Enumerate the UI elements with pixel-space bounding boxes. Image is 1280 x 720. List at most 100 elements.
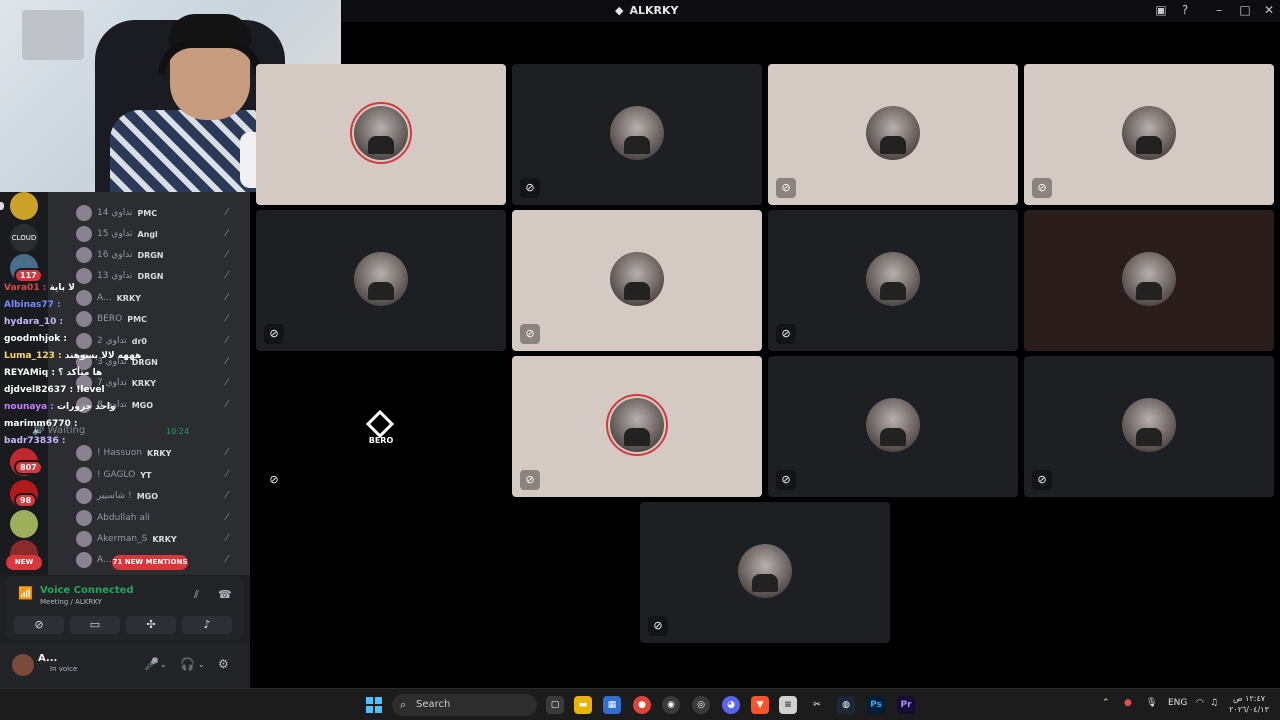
clan-tag: YT: [140, 470, 152, 480]
new-mentions-button[interactable]: 71 NEW MENTIONS: [112, 555, 188, 570]
participant-tile[interactable]: ⊘: [512, 64, 762, 205]
file-explorer-icon[interactable]: ▬: [574, 696, 592, 714]
participant-tile[interactable]: BERO ⊘: [256, 356, 506, 497]
premiere-icon[interactable]: Pr: [897, 696, 915, 714]
server-icon-cloud[interactable]: CLOUD: [10, 224, 38, 252]
participant-tile[interactable]: ⊘: [768, 210, 1018, 351]
participant-tile[interactable]: [1024, 210, 1274, 351]
headset: [158, 40, 262, 74]
inbox-icon[interactable]: ▣: [1152, 3, 1170, 17]
avatar: [76, 552, 92, 568]
participant-tile[interactable]: [256, 64, 506, 205]
wifi-icon[interactable]: ◠: [1196, 698, 1204, 708]
chat-text: واحد حزورات: [57, 402, 116, 412]
taskbar-search[interactable]: ⌕ Search: [392, 694, 537, 716]
soundboard-button[interactable]: ♪: [182, 616, 232, 634]
participant-tile[interactable]: ⊘: [1024, 64, 1274, 205]
disconnect-icon[interactable]: ☎: [218, 588, 232, 601]
participant-tile[interactable]: ⊘: [512, 210, 762, 351]
chat-message: Albinas77 :: [4, 300, 61, 310]
chevron-down-icon[interactable]: ⌄: [160, 660, 167, 669]
participant-avatar: [354, 252, 408, 306]
deafened-icon: ⁄: [226, 270, 228, 281]
member-name: تداوي 13: [97, 271, 133, 281]
github-icon[interactable]: ◉: [662, 696, 680, 714]
muted-mic-icon: ⊘: [648, 616, 668, 636]
new-pill[interactable]: NEW: [6, 555, 42, 570]
microphone-icon[interactable]: 🎙: [1146, 698, 1157, 708]
voice-member[interactable]: Akerman_S KRKY ⁄: [76, 529, 228, 549]
activities-button[interactable]: ✣: [126, 616, 176, 634]
chevron-up-icon[interactable]: ⌃: [1102, 698, 1110, 708]
avatar-decoration: [350, 102, 412, 164]
participant-tile[interactable]: ⊘: [640, 502, 890, 643]
participant-tile[interactable]: ⊘: [768, 64, 1018, 205]
muted-mic-icon: ⊘: [520, 178, 540, 198]
muted-mic-icon: ⊘: [520, 324, 540, 344]
muted-mic-icon: ⊘: [264, 324, 284, 344]
deafened-icon: ⁄: [226, 228, 228, 239]
voice-member[interactable]: Abdullah ali ⁄: [76, 508, 228, 528]
participant-tile[interactable]: ⊘: [768, 356, 1018, 497]
noise-suppression-icon[interactable]: ⫽: [194, 588, 199, 602]
chat-text: ها متأكد ؟: [58, 368, 103, 378]
help-icon[interactable]: ?: [1176, 3, 1194, 17]
chat-username: marimm6770 :: [4, 419, 78, 429]
muted-mic-icon: ⊘: [269, 473, 279, 486]
discord-icon[interactable]: ◕: [722, 696, 740, 714]
participant-avatar: [866, 106, 920, 160]
store-icon[interactable]: ▦: [603, 696, 621, 714]
screenshare-button[interactable]: ▭: [70, 616, 120, 634]
capcut-icon[interactable]: ✂: [808, 696, 826, 714]
voice-channel-path[interactable]: Meeting / ALKRKY: [40, 598, 102, 606]
clan-tag: PMC: [137, 208, 158, 218]
screen: ◆ ALKRKY ▣ ? – □ ✕ CLOUD 117 807 98 تداو…: [0, 0, 1280, 720]
username[interactable]: A...: [38, 653, 57, 664]
language-indicator[interactable]: ENG: [1168, 698, 1187, 708]
member-name: تداوي 14: [97, 208, 133, 218]
participant-avatar: [738, 544, 792, 598]
chat-message: Vara01 : لا باية: [4, 283, 75, 293]
photoshop-icon[interactable]: Ps: [867, 696, 885, 714]
voice-member[interactable]: تداوي 14 PMC ⁄: [76, 203, 228, 223]
steam-icon[interactable]: ◍: [837, 696, 855, 714]
volume-icon[interactable]: ♫: [1210, 698, 1218, 708]
participant-tile[interactable]: ⊘: [512, 356, 762, 497]
unread-pip: [0, 202, 4, 210]
task-view-icon[interactable]: ▢: [546, 696, 564, 714]
server-icon[interactable]: [10, 192, 38, 220]
obs-icon[interactable]: ◎: [692, 696, 710, 714]
chat-username: REYAMiq :: [4, 368, 55, 378]
voice-member[interactable]: A... ⁄: [76, 550, 228, 570]
settings-icon[interactable]: ⚙: [218, 657, 229, 671]
chevron-down-icon[interactable]: ⌄: [198, 660, 205, 669]
avatar[interactable]: [12, 654, 34, 676]
clock[interactable]: ١٢:٤٧ ص ٢٠٢٦/٠٤/١٣: [1222, 693, 1276, 715]
avatar: [76, 488, 92, 504]
tray-app-icon[interactable]: ●: [1124, 698, 1132, 708]
chat-username: badr73836 :: [4, 436, 66, 446]
camera-button[interactable]: ⊘: [14, 616, 64, 634]
voice-connected-panel: 📶 Voice Connected Meeting / ALKRKY ⫽ ☎ ⊘…: [6, 576, 244, 640]
participant-tile[interactable]: ⊘: [256, 210, 506, 351]
chat-message: djdvel82637 : !level: [4, 385, 105, 395]
chrome-icon[interactable]: ●: [633, 696, 651, 714]
notepad-icon[interactable]: ≡: [779, 696, 797, 714]
deafened-icon: ⁄: [226, 249, 228, 260]
brave-icon[interactable]: ▼: [751, 696, 769, 714]
voice-member[interactable]: تداوي 16 DRGN ⁄: [76, 245, 228, 265]
headphones-icon[interactable]: 🎧: [180, 657, 195, 671]
voice-member[interactable]: تداوي 15 Angl ⁄: [76, 224, 228, 244]
microphone-icon[interactable]: 🎤: [144, 657, 159, 671]
windows-start-icon[interactable]: [366, 697, 382, 713]
close-button[interactable]: ✕: [1260, 3, 1278, 17]
chat-username: Luma_123 :: [4, 351, 62, 361]
deafened-icon: ⁄: [226, 533, 228, 544]
server-icon[interactable]: [10, 510, 38, 538]
member-name: تداوي 16: [97, 250, 133, 260]
voice-member[interactable]: شاسيير ! MGO ⁄: [76, 486, 228, 506]
maximize-button[interactable]: □: [1236, 3, 1254, 17]
minimize-button[interactable]: –: [1210, 3, 1228, 17]
participant-tile[interactable]: ⊘: [1024, 356, 1274, 497]
voice-member[interactable]: ! GAGLO YT ⁄: [76, 465, 228, 485]
